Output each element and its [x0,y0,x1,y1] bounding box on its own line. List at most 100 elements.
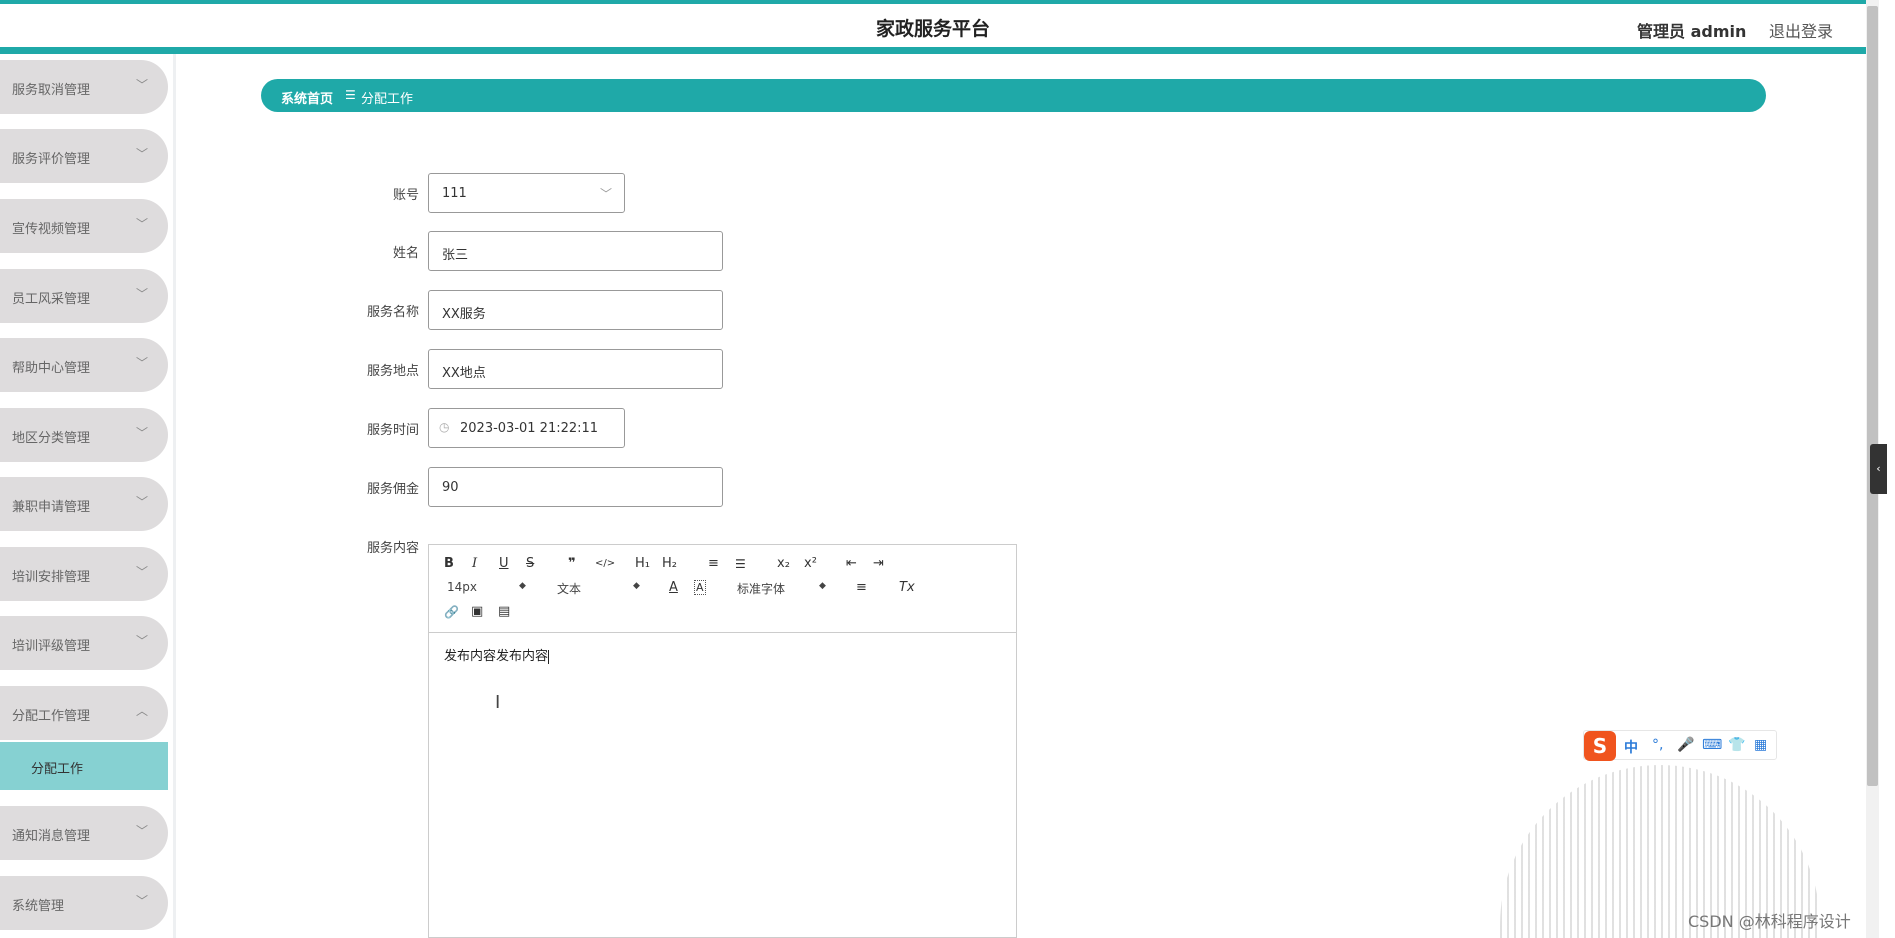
editor-content-text: 发布内容发布内容 [444,649,549,664]
sidebar-item-label: 通知消息管理 [12,829,91,844]
font-size-select[interactable]: 14px ◆ [447,580,527,596]
strikethrough-icon[interactable]: S [526,556,534,572]
chevron-down-icon: ﹀ [136,217,149,231]
account-select-value: 111 [442,186,467,201]
chevron-down-icon: ﹀ [136,824,149,838]
site-title: 家政服务平台 [875,18,990,40]
sidebar-item-parttime-apply[interactable]: 兼职申请管理 ﹀ [0,477,168,531]
chevron-down-icon: ﹀ [136,287,149,301]
font-family-select[interactable]: 标准字体 ◆ [737,580,827,596]
name-label: 姓名 [392,246,419,261]
scrollbar-thumb[interactable] [1867,6,1878,786]
sidebar-item-help-center[interactable]: 帮助中心管理 ﹀ [0,338,168,392]
paragraph-format-value: 文本 [557,582,582,596]
chevron-down-icon: ﹀ [136,894,149,908]
clock-icon: ◷ [439,420,450,434]
service-location-label: 服务地点 [366,364,419,379]
ordered-list-icon[interactable]: ≡ [708,556,719,572]
sidebar-item-service-cancel[interactable]: 服务取消管理 ﹀ [0,60,168,114]
service-time-picker[interactable]: ◷ 2023-03-01 21:22:11 [428,408,625,448]
name-field[interactable]: 张三 [428,231,723,271]
sidebar-item-training-schedule[interactable]: 培训安排管理 ﹀ [0,547,168,601]
subscript-icon[interactable]: x₂ [777,556,790,572]
text-cursor-icon: I [495,692,501,713]
ime-chinese-mode-icon[interactable]: 中 [1624,737,1638,757]
ime-punctuation-icon[interactable]: °, [1652,737,1663,753]
sidebar-item-label: 服务取消管理 [12,83,91,98]
breadcrumb-home-link[interactable]: 系统首页 [281,88,333,107]
blockquote-icon[interactable]: ❞ [568,556,576,572]
ime-logo-icon[interactable]: S [1584,731,1616,761]
header: 家政服务平台 管理员 admin 退出登录 [0,4,1866,47]
updown-icon: ◆ [819,581,826,591]
sidebar-item-label: 地区分类管理 [12,431,91,446]
bullet-list-icon[interactable]: ☰ [735,556,746,572]
sidebar-item-promo-video[interactable]: 宣传视频管理 ﹀ [0,199,168,253]
collapse-panel-tab[interactable]: ‹ [1870,444,1887,494]
service-fee-value: 90 [442,480,459,495]
link-icon[interactable]: 🔗 [444,604,459,620]
menu-icon: ☰ [345,88,356,102]
keyboard-icon[interactable]: ⌨ [1702,737,1722,753]
sidebar-subitem-assign-work[interactable]: 分配工作 [0,742,168,790]
service-location-field[interactable]: XX地点 [428,349,723,389]
superscript-icon[interactable]: x² [804,556,817,572]
sidebar-item-notifications[interactable]: 通知消息管理 ﹀ [0,806,168,860]
indent-icon[interactable]: ⇥ [873,556,884,572]
align-icon[interactable]: ≡ [856,580,867,596]
code-icon[interactable]: </> [595,556,615,572]
account-label: 账号 [392,188,419,203]
italic-icon[interactable]: I [472,556,477,572]
admin-label: 管理员 admin [1637,22,1747,41]
service-name-field[interactable]: XX服务 [428,290,723,330]
service-content-label: 服务内容 [366,541,419,556]
sidebar-item-region-category[interactable]: 地区分类管理 ﹀ [0,408,168,462]
skin-icon[interactable]: 👕 [1728,737,1745,753]
chevron-down-icon: ﹀ [136,78,149,92]
sidebar-item-label: 分配工作管理 [12,709,91,724]
sidebar-item-label: 系统管理 [12,899,65,914]
font-family-value: 标准字体 [737,582,786,596]
name-field-value: 张三 [442,248,469,263]
heading1-icon[interactable]: H₁ [635,556,650,572]
sidebar-item-system[interactable]: 系统管理 ﹀ [0,876,168,930]
chevron-down-icon: ﹀ [136,565,149,579]
ime-toolbar: S 中 °, 🎤 ⌨ 👕 ▦ [1583,730,1777,761]
text-caret [548,649,550,664]
updown-icon: ◆ [633,581,640,591]
updown-icon: ◆ [519,581,526,591]
heading2-icon[interactable]: H₂ [662,556,677,572]
sidebar-item-label: 培训安排管理 [12,570,91,585]
font-color-icon[interactable]: A [669,580,678,596]
sidebar-item-label: 帮助中心管理 [12,361,91,376]
bold-icon[interactable]: B [444,556,454,572]
chevron-down-icon: ﹀ [136,147,149,161]
font-size-value: 14px [447,580,477,594]
microphone-icon[interactable]: 🎤 [1677,737,1694,753]
sidebar: 服务取消管理 ﹀ 服务评价管理 ﹀ 宣传视频管理 ﹀ 员工风采管理 ﹀ 帮助中心… [0,54,176,938]
clear-format-icon[interactable]: Tx [899,580,915,596]
image-icon[interactable]: ▣ [471,604,483,620]
underline-icon[interactable]: U [499,556,509,572]
account-select[interactable]: 111 ﹀ [428,173,625,213]
service-location-value: XX地点 [442,366,486,381]
video-icon[interactable]: ▤ [498,604,510,620]
outdent-icon[interactable]: ⇤ [846,556,857,572]
sidebar-item-training-rating[interactable]: 培训评级管理 ﹀ [0,616,168,670]
service-fee-field[interactable]: 90 [428,467,723,507]
editor-content[interactable]: 发布内容发布内容 [444,645,550,664]
watermark: CSDN @林科程序设计 [1688,912,1851,931]
sidebar-subitem-label: 分配工作 [31,762,84,777]
sidebar-item-work-assignment[interactable]: 分配工作管理 ︿ [0,686,168,740]
sidebar-item-service-review[interactable]: 服务评价管理 ﹀ [0,129,168,183]
sidebar-item-label: 兼职申请管理 [12,500,91,515]
background-color-icon[interactable]: A [694,580,706,595]
paragraph-format-select[interactable]: 文本 ◆ [557,580,641,596]
service-time-value: 2023-03-01 21:22:11 [460,421,599,436]
sidebar-item-staff-showcase[interactable]: 员工风采管理 ﹀ [0,269,168,323]
breadcrumb: 系统首页 ☰ 分配工作 [261,79,1766,112]
apps-grid-icon[interactable]: ▦ [1754,737,1767,753]
chevron-down-icon: ﹀ [136,495,149,509]
logout-link[interactable]: 退出登录 [1769,18,1833,42]
service-name-value: XX服务 [442,307,486,322]
